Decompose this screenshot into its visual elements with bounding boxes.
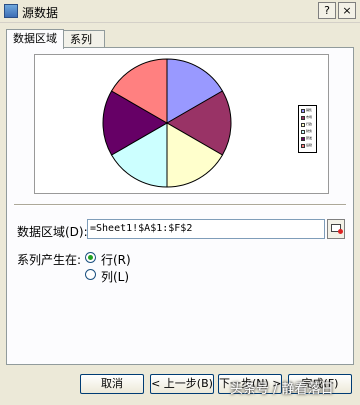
tab-panel: 销售 市场 行政 财务 研发 后勤 数据区域(D): =Sheet1!$A$1:…	[6, 47, 354, 365]
divider	[14, 204, 346, 206]
collapse-dialog-button[interactable]	[327, 219, 345, 239]
help-button[interactable]: ?	[318, 2, 336, 19]
watermark: 头条号 / 静看落日	[230, 382, 334, 397]
title-bar: 源数据 ? ×	[0, 0, 360, 23]
series-in-label: 系列产生在:	[17, 253, 82, 267]
radio-button-columns[interactable]	[85, 269, 96, 280]
legend-label: 后勤	[306, 143, 313, 147]
tab-series[interactable]: 系列	[63, 30, 105, 48]
legend-swatch	[301, 123, 305, 127]
window-title: 源数据	[22, 6, 59, 20]
tab-data-range[interactable]: 数据区域	[6, 29, 64, 49]
legend-swatch	[301, 144, 305, 148]
data-range-label: 数据区域(D):	[17, 225, 88, 239]
chart-legend: 销售 市场 行政 财务 研发 后勤	[298, 105, 317, 153]
data-range-input[interactable]: =Sheet1!$A$1:$F$2	[87, 219, 325, 239]
legend-swatch	[301, 137, 305, 141]
close-button[interactable]: ×	[338, 2, 356, 19]
legend-swatch	[301, 130, 305, 134]
back-button[interactable]: < 上一步(B)	[150, 374, 214, 394]
radio-button-rows[interactable]	[85, 252, 96, 263]
app-icon	[4, 4, 18, 18]
legend-swatch	[301, 116, 305, 120]
collapse-dialog-icon	[331, 224, 343, 234]
chart-preview: 销售 市场 行政 财务 研发 后勤	[34, 54, 329, 194]
radio-label-rows: 行(R)	[101, 253, 131, 267]
legend-item: 后勤	[301, 143, 315, 149]
legend-swatch	[301, 109, 305, 113]
pie-chart	[102, 58, 232, 188]
cancel-button[interactable]: 取消	[80, 374, 144, 394]
radio-label-columns: 列(L)	[101, 270, 130, 284]
